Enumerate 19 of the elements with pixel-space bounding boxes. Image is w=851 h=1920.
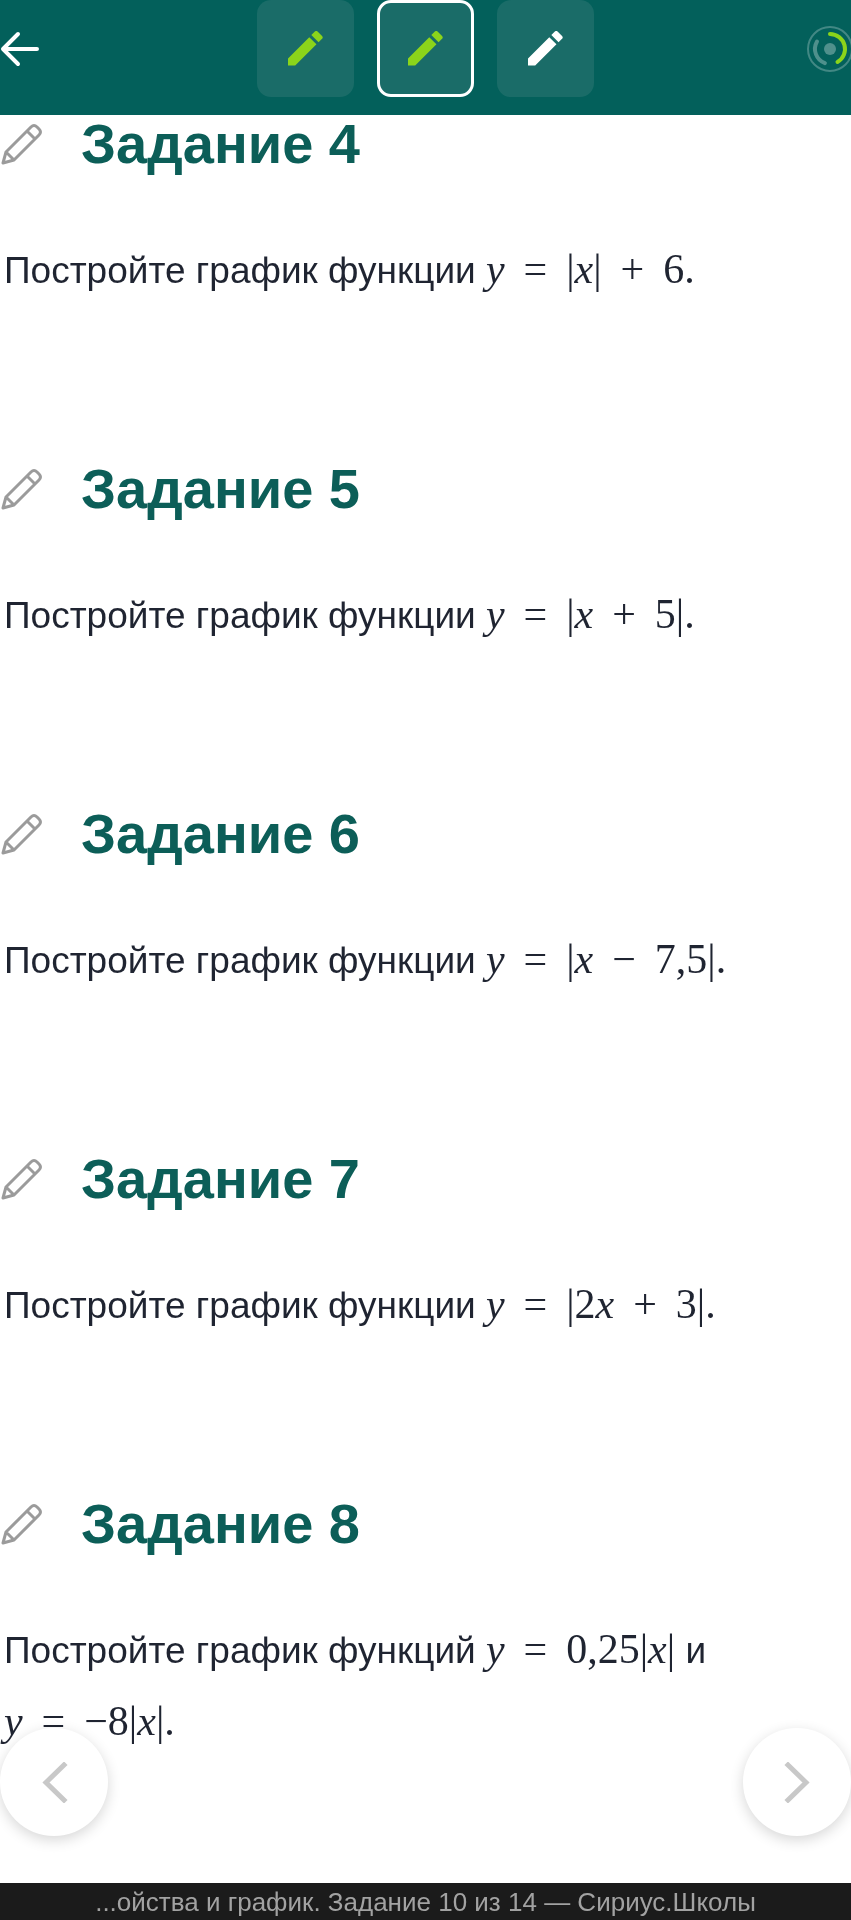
task-tile[interactable] bbox=[377, 0, 474, 97]
back-arrow-icon bbox=[0, 30, 39, 67]
chevron-right-icon bbox=[783, 1761, 811, 1803]
pencil-icon bbox=[0, 1502, 44, 1546]
chevron-left-icon bbox=[40, 1761, 68, 1803]
task-text: Постройте график функции y = |x| + 6. bbox=[3, 245, 696, 294]
pencil-icon bbox=[0, 812, 44, 856]
task-text: Постройте график функций y = 0,25|x| и y = −8|x|. bbox=[0, 1614, 794, 1758]
task-text: Постройте график функции y = |2x + 3|. bbox=[3, 1280, 717, 1329]
pencil-icon bbox=[0, 122, 44, 166]
task-tile[interactable] bbox=[257, 0, 354, 97]
pencil-icon bbox=[0, 1157, 44, 1201]
task-text: Постройте график функции y = |x + 5|. bbox=[3, 590, 696, 639]
task-tile[interactable] bbox=[497, 0, 594, 97]
pencil-icon bbox=[0, 467, 44, 511]
page-title: ...ойства и график. Задание 10 из 14 — Сириус.Школы bbox=[95, 1886, 756, 1918]
progress-ring-icon bbox=[806, 23, 851, 74]
back-button[interactable] bbox=[0, 30, 39, 67]
task-text: Постройте график функции y = |x − 7,5|. bbox=[3, 935, 728, 984]
